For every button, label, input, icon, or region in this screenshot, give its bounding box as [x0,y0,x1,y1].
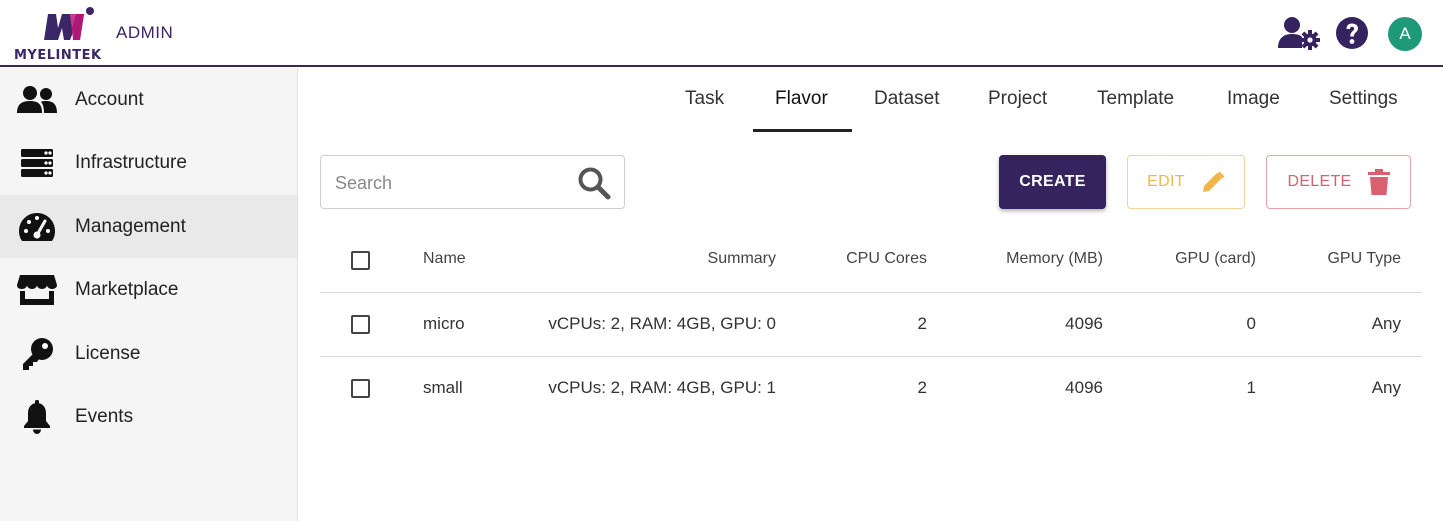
sidebar-item-label: Marketplace [75,278,179,300]
sidebar-item-events[interactable]: Events [0,385,297,448]
bell-icon [16,399,58,434]
logo-text: MyelinTek [14,48,102,63]
cell-cpu-cores: 2 [917,378,927,397]
store-icon [16,273,58,307]
column-header-memory[interactable]: Memory (MB) [950,250,1103,268]
delete-button[interactable]: DELETE [1266,155,1411,209]
sidebar-item-license[interactable]: License [0,322,297,385]
users-icon [16,83,58,117]
sidebar-item-account[interactable]: Account [0,68,297,131]
cell-gpu-card: 1 [1246,378,1256,397]
row-divider [320,292,1422,293]
cell-gpu-type: Any [1371,314,1401,333]
row-checkbox[interactable] [351,379,370,398]
sidebar-item-label: Infrastructure [75,151,187,173]
key-icon [16,337,58,371]
help-button[interactable] [1334,15,1370,51]
sidebar-item-marketplace[interactable]: Marketplace [0,258,297,321]
cell-name: micro [423,314,465,333]
row-divider [320,356,1422,357]
pencil-icon [1201,170,1225,194]
cell-cpu-cores: 2 [917,314,927,333]
cell-gpu-card: 0 [1246,314,1256,333]
cell-memory: 4096 [1065,314,1103,333]
logo[interactable]: MyelinTek [14,6,118,64]
sidebar-item-management[interactable]: Management [0,195,297,258]
edit-button[interactable]: EDIT [1127,155,1245,209]
sidebar-item-label: Management [75,215,186,237]
sidebar-item-label: Account [75,88,144,110]
top-header: MyelinTek ADMIN [0,0,1443,67]
search-icon[interactable] [577,166,611,205]
delete-button-label: DELETE [1287,173,1352,190]
create-button-label: CREATE [1019,173,1086,190]
cell-gpu-type: Any [1371,378,1401,397]
active-tab-indicator [753,129,852,132]
column-header-summary[interactable]: Summary [600,250,776,268]
column-header-cpu-cores[interactable]: CPU Cores [800,250,927,268]
user-gear-icon [1278,17,1320,50]
user-settings-button[interactable] [1277,15,1321,51]
server-icon [16,146,58,180]
tab-settings[interactable]: Settings [1329,88,1398,110]
sidebar-item-label: License [75,342,141,364]
tab-task[interactable]: Task [685,88,724,110]
search-box [320,155,625,209]
cell-name: small [423,378,463,397]
sidebar: Account Infrastructure Management Market… [0,68,298,521]
column-header-gpu-card[interactable]: GPU (card) [1120,250,1256,268]
sidebar-item-infrastructure[interactable]: Infrastructure [0,131,297,194]
create-button[interactable]: CREATE [999,155,1106,209]
select-all-checkbox[interactable] [351,251,370,270]
cell-summary: vCPUs: 2, RAM: 4GB, GPU: 1 [548,378,776,397]
column-header-name[interactable]: Name [423,250,466,268]
sidebar-item-label: Events [75,405,134,427]
cell-memory: 4096 [1065,378,1103,397]
tab-dataset[interactable]: Dataset [874,88,939,110]
cell-summary: vCPUs: 2, RAM: 4GB, GPU: 0 [548,314,776,333]
avatar[interactable]: A [1388,17,1422,51]
help-icon [1336,17,1368,49]
search-input[interactable] [335,171,565,195]
trash-icon [1367,169,1390,195]
tab-project[interactable]: Project [988,88,1047,110]
tab-flavor[interactable]: Flavor [775,88,828,110]
gauge-icon [16,210,58,244]
tab-image[interactable]: Image [1227,88,1280,110]
role-label: ADMIN [116,23,174,42]
column-header-gpu-type[interactable]: GPU Type [1280,250,1401,268]
row-checkbox[interactable] [351,315,370,334]
edit-button-label: EDIT [1147,173,1185,190]
tab-template[interactable]: Template [1097,88,1174,110]
logo-mark-icon [44,7,94,40]
